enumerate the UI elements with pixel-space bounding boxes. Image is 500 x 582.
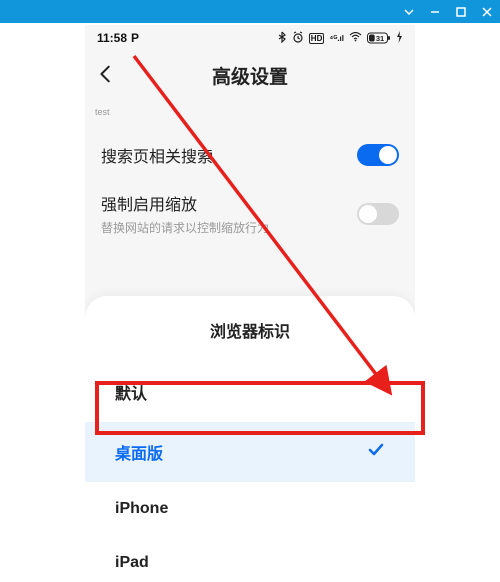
phone-screen: 11:58 P HD ⁴ᴳ.ıl bbox=[85, 25, 415, 580]
window-minimize-button[interactable] bbox=[428, 5, 442, 19]
window-close-button[interactable] bbox=[480, 5, 494, 19]
content-area: 11:58 P HD ⁴ᴳ.ıl bbox=[0, 23, 500, 582]
setting-title: 搜索页相关搜索 bbox=[101, 143, 213, 167]
window-titlebar bbox=[0, 0, 500, 23]
sheet-item-label: 桌面版 bbox=[115, 440, 163, 464]
back-button[interactable] bbox=[95, 63, 119, 87]
toggle-force-zoom[interactable] bbox=[357, 203, 399, 225]
status-bar: 11:58 P HD ⁴ᴳ.ıl bbox=[85, 25, 415, 51]
sheet-item-ipad[interactable]: iPad bbox=[85, 536, 415, 580]
sheet-item-iphone[interactable]: iPhone bbox=[85, 482, 415, 536]
window-dropdown-button[interactable] bbox=[402, 5, 416, 19]
sheet-backdrop[interactable]: 浏览器标识 默认 桌面版 iPhone iPad bbox=[85, 250, 415, 580]
bluetooth-icon bbox=[277, 31, 287, 46]
page-title: 高级设置 bbox=[85, 62, 415, 89]
sheet-item-label: 默认 bbox=[115, 380, 147, 404]
charging-icon bbox=[396, 31, 403, 46]
setting-row-force-zoom[interactable]: 强制启用缩放 替换网站的请求以控制缩放行为 bbox=[85, 179, 415, 248]
settings-list: 搜索页相关搜索 强制启用缩放 替换网站的请求以控制缩放行为 bbox=[85, 131, 415, 248]
alarm-icon bbox=[292, 31, 304, 46]
status-right: HD ⁴ᴳ.ıl 31 bbox=[277, 31, 403, 46]
sheet-item-label: iPad bbox=[115, 554, 149, 572]
window-maximize-button[interactable] bbox=[454, 5, 468, 19]
toggle-related-search[interactable] bbox=[357, 144, 399, 166]
test-label: test bbox=[95, 107, 110, 117]
signal-icon: ⁴ᴳ.ıl bbox=[329, 34, 344, 43]
status-left: 11:58 P bbox=[97, 31, 139, 45]
host-window: 11:58 P HD ⁴ᴳ.ıl bbox=[0, 0, 500, 582]
status-indicator: P bbox=[131, 31, 139, 45]
status-time: 11:58 bbox=[97, 31, 127, 45]
setting-subtitle: 替换网站的请求以控制缩放行为 bbox=[101, 219, 269, 236]
sheet-item-default[interactable]: 默认 bbox=[85, 362, 415, 422]
battery-icon: 31 bbox=[367, 32, 391, 44]
setting-title: 强制启用缩放 bbox=[101, 191, 269, 215]
check-icon bbox=[367, 441, 385, 464]
hd-icon: HD bbox=[309, 33, 325, 44]
wifi-icon bbox=[349, 31, 362, 45]
page-header: 高级设置 bbox=[85, 51, 415, 99]
svg-text:31: 31 bbox=[376, 34, 384, 43]
sheet-title: 浏览器标识 bbox=[85, 318, 415, 342]
sheet-item-label: iPhone bbox=[115, 500, 168, 518]
bottom-sheet: 浏览器标识 默认 桌面版 iPhone iPad bbox=[85, 296, 415, 580]
sheet-item-desktop[interactable]: 桌面版 bbox=[85, 422, 415, 482]
setting-row-related-search[interactable]: 搜索页相关搜索 bbox=[85, 131, 415, 179]
